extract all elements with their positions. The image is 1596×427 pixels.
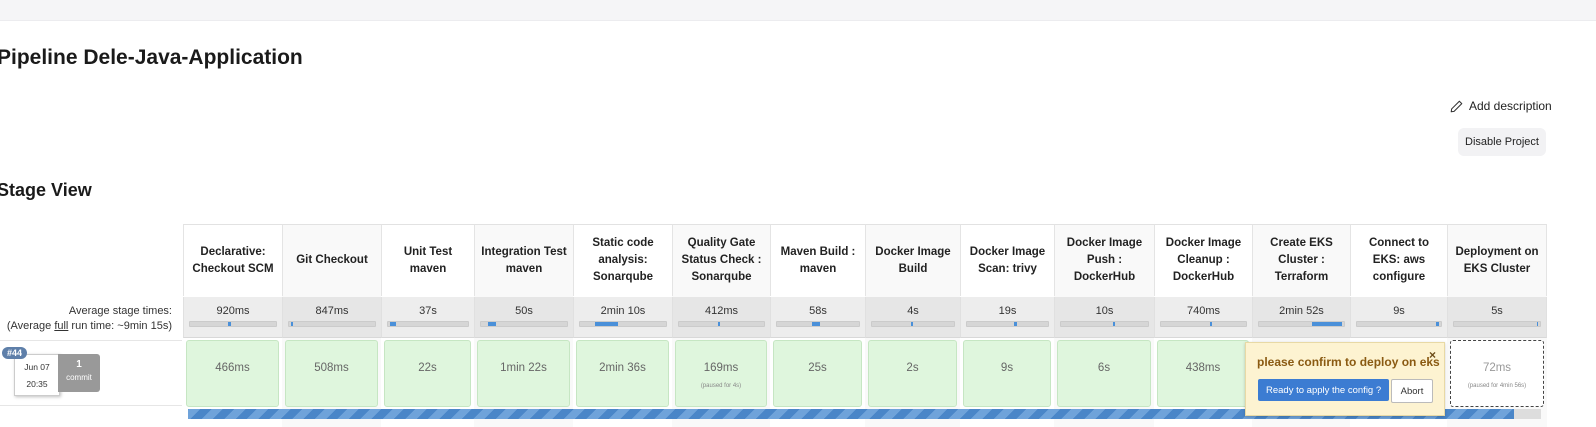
stage-header: Maven Build : maven	[770, 224, 865, 296]
stage-header: Quality Gate Status Check : Sonarqube	[672, 224, 770, 296]
stage-cell[interactable]: 1min 22s	[477, 340, 570, 407]
stage-header: Integration Test maven	[474, 224, 573, 296]
stage-header: Static code analysis: Sonarqube	[573, 224, 672, 296]
stage-column-quality-gate: Quality Gate Status Check : Sonarqube 41…	[672, 224, 770, 427]
stage-column-docker-image-scan: Docker Image Scan: trivy 19s 9s	[960, 224, 1054, 427]
stage-column-docker-image-push: Docker Image Push : DockerHub 10s 6s	[1054, 224, 1154, 427]
stage-average: 10s	[1054, 297, 1154, 338]
stage-average: 50s	[474, 297, 573, 338]
stage-header: Docker Image Cleanup : DockerHub	[1154, 224, 1252, 296]
stage-cell[interactable]: 9s	[963, 340, 1051, 407]
stage-average: 847ms	[282, 297, 381, 338]
page-title: Pipeline Dele-Java-Application	[0, 46, 303, 69]
stage-column-maven-build: Maven Build : maven 58s 25s	[770, 224, 865, 427]
stage-average: 5s	[1447, 297, 1547, 338]
stage-average: 740ms	[1154, 297, 1252, 338]
pencil-icon	[1450, 100, 1463, 112]
stage-average: 19s	[960, 297, 1054, 338]
stage-header: Git Checkout	[282, 224, 381, 296]
stage-column-docker-image-cleanup: Docker Image Cleanup : DockerHub 740ms 4…	[1154, 224, 1252, 427]
stage-cell[interactable]: 438ms	[1157, 340, 1249, 407]
stage-cell[interactable]: 466ms	[186, 340, 279, 407]
average-times-label: Average stage times: (Average full run t…	[6, 305, 172, 332]
stage-column-checkout-scm: Declarative: Checkout SCM 920ms 466ms	[183, 224, 282, 427]
build-number-badge[interactable]: #44	[2, 347, 28, 359]
stage-average: 9s	[1350, 297, 1447, 338]
stage-average: 4s	[865, 297, 960, 338]
close-icon[interactable]: ×	[1429, 348, 1436, 362]
stage-cell[interactable]: 25s	[773, 340, 862, 407]
commits-box[interactable]: 1 commit	[58, 354, 100, 392]
stage-column-integration-test: Integration Test maven 50s 1min 22s	[474, 224, 573, 427]
stage-average: 412ms	[672, 297, 770, 338]
stage-view-title: Stage View	[0, 180, 92, 200]
stage-average: 2min 52s	[1252, 297, 1350, 338]
stage-column-static-code-analysis: Static code analysis: Sonarqube 2min 10s…	[573, 224, 672, 427]
stage-header: Docker Image Scan: trivy	[960, 224, 1054, 296]
build-row: #44 Jun 07 20:35 1 commit	[0, 340, 182, 406]
stage-column-git-checkout: Git Checkout 847ms 508ms	[282, 224, 381, 427]
stage-header: Declarative: Checkout SCM	[183, 224, 282, 296]
stage-header: Connect to EKS: aws configure	[1350, 224, 1447, 296]
stage-header: Docker Image Push : DockerHub	[1054, 224, 1154, 296]
stage-average: 37s	[381, 297, 474, 338]
stage-average: 58s	[770, 297, 865, 338]
full-run-time-link[interactable]: full	[54, 320, 68, 332]
stage-column-deployment-on-eks: Deployment on EKS Cluster 5s 72ms (paused…	[1447, 224, 1547, 427]
stage-cell[interactable]: 2s	[868, 340, 957, 407]
stage-average: 920ms	[183, 297, 282, 338]
abort-button[interactable]: Abort	[1391, 379, 1433, 403]
add-description-label: Add description	[1469, 99, 1552, 113]
stage-column-unit-test: Unit Test maven 37s 22s	[381, 224, 474, 427]
disable-project-button[interactable]: Disable Project	[1458, 128, 1546, 156]
input-message: please confirm to deploy on eks	[1257, 355, 1440, 369]
add-description-link[interactable]: Add description	[1450, 99, 1552, 113]
input-request-popup: please confirm to deploy on eks × Ready …	[1245, 342, 1445, 416]
stage-cell[interactable]: 6s	[1057, 340, 1151, 407]
build-date: Jun 07 20:35	[14, 354, 60, 396]
confirm-button[interactable]: Ready to apply the config ?	[1258, 379, 1390, 401]
stage-cell[interactable]: 2min 36s	[576, 340, 669, 407]
top-bar	[0, 0, 1596, 21]
stage-header: Unit Test maven	[381, 224, 474, 296]
stage-cell[interactable]: 508ms	[285, 340, 378, 407]
stage-cell-pending[interactable]: 72ms (paused for 4min 56s)	[1450, 340, 1544, 407]
stage-cell[interactable]: 22s	[384, 340, 471, 407]
stage-header: Docker Image Build	[865, 224, 960, 296]
stage-cell[interactable]: 169ms (paused for 4s)	[675, 340, 767, 407]
stage-column-docker-image-build: Docker Image Build 4s 2s	[865, 224, 960, 427]
stage-header: Create EKS Cluster : Terraform	[1252, 224, 1350, 296]
stage-header: Deployment on EKS Cluster	[1447, 224, 1547, 296]
stage-average: 2min 10s	[573, 297, 672, 338]
